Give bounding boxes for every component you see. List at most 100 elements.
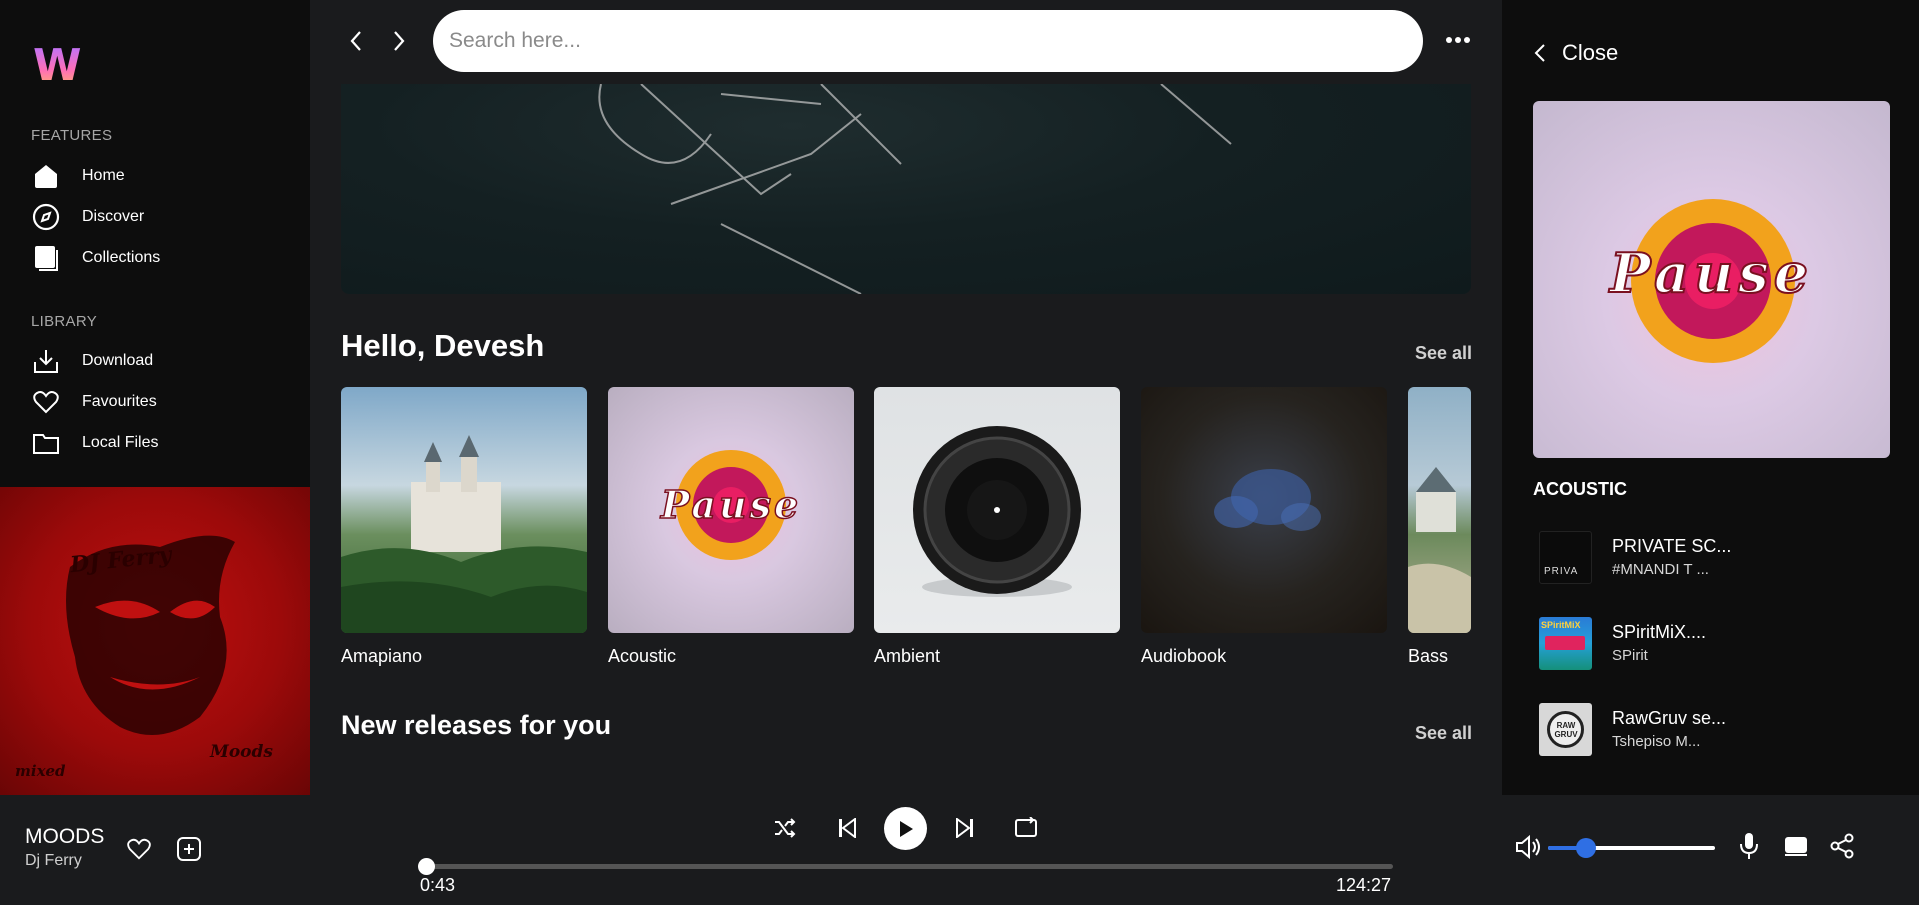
play-icon: [899, 820, 913, 837]
heart-icon: [127, 838, 151, 860]
sidebar-item-collections[interactable]: Collections: [31, 242, 291, 274]
sidebar-item-label: Collections: [82, 249, 161, 266]
camera-lens-graphic: [913, 426, 1081, 597]
queue-item[interactable]: PRIVA PRIVATE SC... #MNANDI T ...: [1539, 529, 1879, 585]
download-icon: [31, 346, 61, 376]
volume-knob[interactable]: [1576, 838, 1597, 858]
sidebar-item-label: Discover: [82, 208, 145, 225]
genre-card-art: Pause: [608, 387, 854, 633]
genre-card-label: Ambient: [874, 646, 941, 666]
shuffle-icon: [775, 818, 796, 838]
queue-thumb: PRIVA: [1539, 530, 1592, 584]
genre-card-art: [874, 387, 1120, 633]
genre-card-bass[interactable]: Bass: [1408, 387, 1471, 667]
see-all-link[interactable]: See all: [1415, 343, 1472, 364]
app-logo[interactable]: W: [33, 44, 82, 88]
album-art-text: Moods: [210, 742, 273, 762]
next-button[interactable]: [952, 815, 978, 841]
folder-icon: [31, 428, 61, 458]
hero-banner[interactable]: [341, 84, 1471, 294]
sidebar-item-favourites[interactable]: Favourites: [31, 386, 291, 418]
sidebar-item-discover[interactable]: Discover: [31, 201, 291, 233]
queue-thumb: RAW GRUV: [1539, 702, 1592, 756]
sidebar-item-home[interactable]: Home: [31, 160, 291, 192]
sidebar-item-label: Download: [82, 352, 154, 369]
genre-card-label: Bass: [1408, 646, 1449, 666]
queue-panel: Close Pause ACOUSTIC PRIVA PRIVATE SC...…: [1502, 0, 1919, 795]
back-button[interactable]: [344, 26, 368, 56]
mute-button[interactable]: [1514, 832, 1544, 862]
queue-item-title: RawGruv se...: [1612, 708, 1727, 728]
like-button[interactable]: [124, 835, 154, 863]
now-playing-album-art[interactable]: DJ Ferry Moods mixed: [0, 487, 310, 795]
genre-card-amapiano[interactable]: Amapiano: [341, 387, 587, 667]
genre-card-art: [341, 387, 587, 633]
microphone-icon: [1740, 833, 1758, 859]
shuffle-button[interactable]: [772, 815, 798, 841]
chevron-left-icon: [1534, 44, 1545, 62]
skip-next-icon: [956, 818, 973, 838]
sidebar-item-label: Favourites: [82, 393, 157, 410]
home-icon: [31, 161, 61, 191]
queue-thumb: SPiritMiX: [1539, 616, 1592, 670]
devices-button[interactable]: [1781, 833, 1811, 859]
genre-card-art: [1408, 387, 1471, 633]
sidebar-item-label: Home: [82, 167, 125, 184]
genre-card-label: Audiobook: [1141, 646, 1227, 666]
genre-card-label: Acoustic: [608, 646, 677, 666]
total-duration: 124:27: [1336, 875, 1392, 895]
close-panel-button[interactable]: Close: [1534, 40, 1618, 66]
sidebar: W FEATURES Home Discover Collections LIB…: [0, 0, 310, 795]
genre-card-audiobook[interactable]: Audiobook: [1141, 387, 1387, 667]
progress-bar[interactable]: [417, 858, 1393, 875]
share-icon: [1830, 833, 1854, 859]
genre-card-acoustic[interactable]: Pause Acoustic: [608, 387, 854, 667]
player-bar: MOODS Dj Ferry 0:43 124:27: [0, 795, 1919, 905]
share-button[interactable]: [1827, 832, 1857, 860]
queue-item[interactable]: RAW GRUV RawGruv se... Tshepiso M...: [1539, 701, 1879, 757]
collections-icon: [31, 243, 61, 273]
more-options-button[interactable]: [1443, 28, 1473, 52]
repeat-icon: [1015, 817, 1037, 837]
track-title: MOODS: [25, 825, 105, 848]
more-horizontal-icon: [1446, 37, 1470, 43]
queue-item-title: PRIVATE SC...: [1612, 536, 1732, 556]
castle-graphic: [341, 435, 587, 633]
forward-button[interactable]: [387, 26, 411, 56]
genre-title: ACOUSTIC: [1533, 479, 1627, 499]
new-releases-title: New releases for you: [341, 710, 612, 740]
queue-item-artist: SPirit: [1612, 647, 1648, 664]
library-section-label: LIBRARY: [31, 313, 98, 330]
sidebar-item-download[interactable]: Download: [31, 345, 291, 377]
search-input[interactable]: [433, 10, 1423, 72]
queue-item[interactable]: SPiritMiX SPiritMiX.... SPirit: [1539, 615, 1879, 671]
heart-icon: [31, 387, 61, 417]
greeting-title: Hello, Devesh: [341, 328, 545, 363]
queue-item-title: SPiritMiX....: [1612, 622, 1707, 642]
close-label: Close: [1562, 40, 1619, 65]
sidebar-item-label: Local Files: [82, 434, 159, 451]
track-artist: Dj Ferry: [25, 852, 82, 869]
previous-button[interactable]: [834, 815, 860, 841]
chevron-right-icon: [394, 31, 405, 51]
thumb-text: SPiritMiX: [1541, 619, 1581, 630]
face-graphic: [1214, 469, 1321, 531]
volume-slider[interactable]: [1548, 838, 1715, 858]
see-all-link[interactable]: See all: [1415, 723, 1472, 744]
top-bar: [310, 0, 1502, 82]
device-icon: [1785, 837, 1807, 856]
repeat-button[interactable]: [1012, 815, 1040, 841]
banner-graphic: [598, 84, 1232, 294]
genre-card-label: Amapiano: [341, 646, 423, 666]
play-button[interactable]: [884, 807, 927, 850]
queue-item-artist: #MNANDI T ...: [1612, 561, 1709, 578]
compass-icon: [31, 202, 61, 232]
pause-art-text: Pause: [660, 481, 802, 528]
progress-knob[interactable]: [417, 858, 435, 875]
album-art-text: mixed: [15, 762, 66, 780]
chevron-left-icon: [350, 31, 361, 51]
genre-card-ambient[interactable]: Ambient: [874, 387, 1120, 667]
add-to-playlist-button[interactable]: [175, 835, 203, 863]
sidebar-item-local-files[interactable]: Local Files: [31, 427, 291, 459]
lyrics-button[interactable]: [1736, 831, 1762, 861]
